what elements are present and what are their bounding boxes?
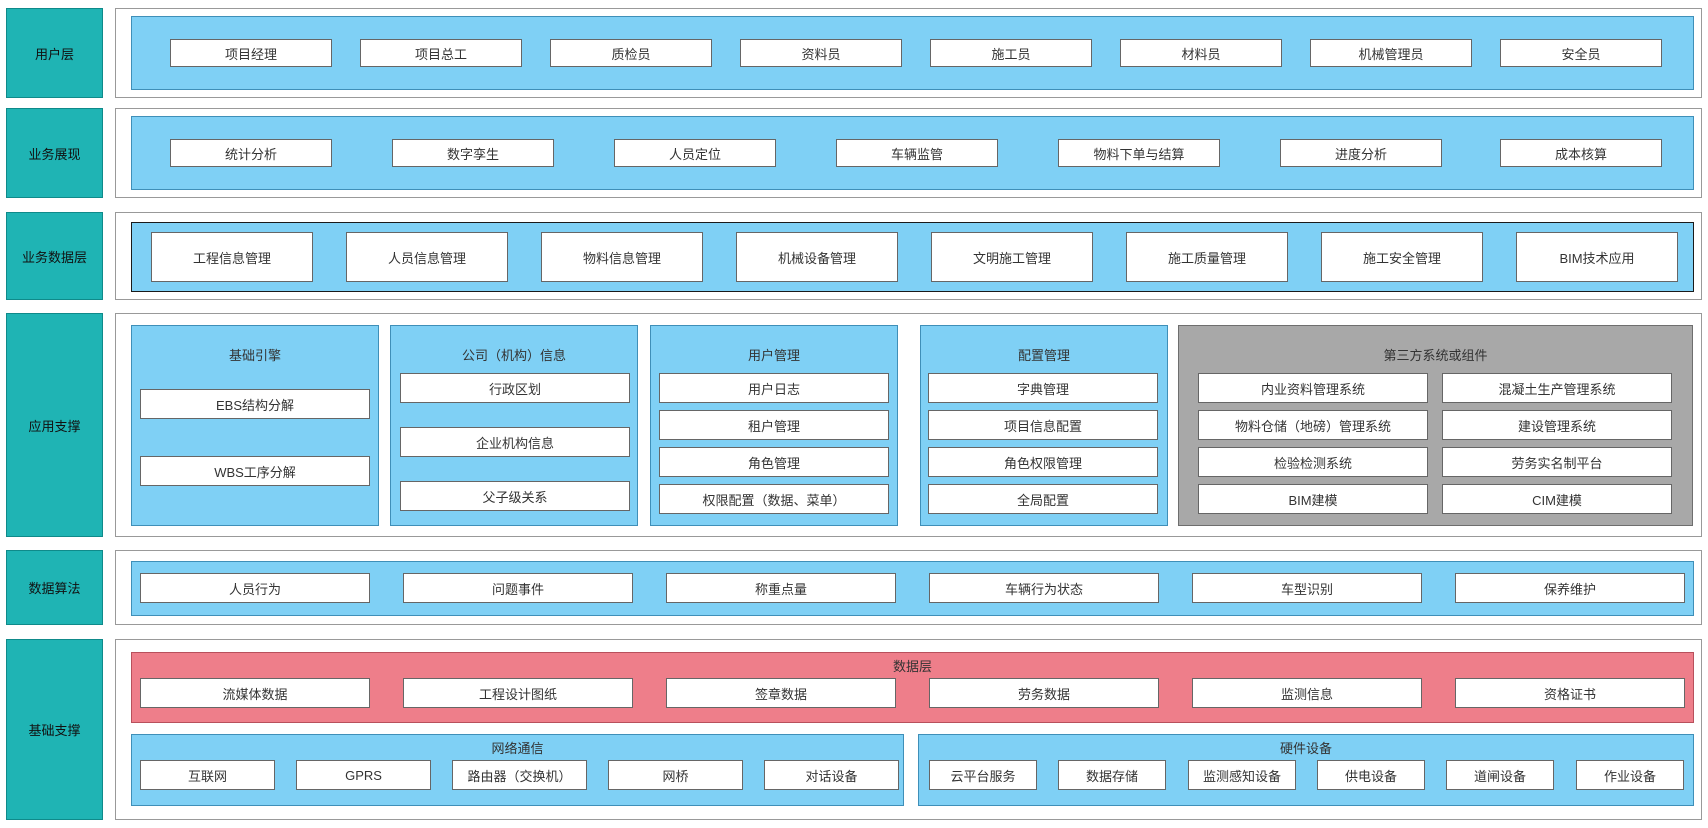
- network-box: 路由器（交换机）: [452, 760, 587, 790]
- user-mgmt-item-box: 用户日志: [659, 373, 889, 403]
- network-box: 对话设备: [764, 760, 899, 790]
- user-mgmt-item-box: 租户管理: [659, 410, 889, 440]
- hardware-title: 硬件设备: [1279, 741, 1332, 756]
- row-label-app-support: 应用支撑: [6, 313, 103, 537]
- algorithm-box: 车辆行为状态: [929, 573, 1159, 603]
- hardware-box: 监测感知设备: [1188, 760, 1296, 790]
- algorithm-box: 称重点量: [666, 573, 896, 603]
- company-item-box: 行政区划: [400, 373, 630, 403]
- user-mgmt-item-box: 权限配置（数据、菜单）: [659, 484, 889, 514]
- config-item-box: 全局配置: [928, 484, 1158, 514]
- third-party-item-box: BIM建模: [1198, 484, 1428, 514]
- network-box: GPRS: [296, 760, 431, 790]
- config-item-box: 项目信息配置: [928, 410, 1158, 440]
- data-layer-box: 流媒体数据: [140, 678, 370, 708]
- business-data-box: 机械设备管理: [736, 232, 898, 282]
- network-box: 网桥: [608, 760, 743, 790]
- row-label-business-display: 业务展现: [6, 108, 103, 198]
- business-data-box: 工程信息管理: [151, 232, 313, 282]
- group-title: 用户管理: [747, 348, 800, 363]
- row-label-business-data: 业务数据层: [6, 212, 103, 300]
- config-item-box: 角色权限管理: [928, 447, 1158, 477]
- third-party-item-box: 物料仓储（地磅）管理系统: [1198, 410, 1428, 440]
- business-display-box: 成本核算: [1500, 139, 1662, 167]
- business-display-box: 进度分析: [1280, 139, 1442, 167]
- engine-item-box: EBS结构分解: [140, 389, 370, 419]
- data-layer-box: 监测信息: [1192, 678, 1422, 708]
- network-title: 网络通信: [491, 741, 544, 756]
- third-party-item-box: 建设管理系统: [1442, 410, 1672, 440]
- user-role-box: 材料员: [1120, 39, 1282, 67]
- network-box: 互联网: [140, 760, 275, 790]
- business-display-box: 车辆监管: [836, 139, 998, 167]
- data-layer-box: 劳务数据: [929, 678, 1159, 708]
- business-display-box: 统计分析: [170, 139, 332, 167]
- group-title: 公司（机构）信息: [461, 348, 566, 363]
- user-role-box: 项目总工: [360, 39, 522, 67]
- group-title: 第三方系统或组件: [1383, 348, 1488, 363]
- group-title: 基础引擎: [228, 348, 281, 363]
- user-role-box: 资料员: [740, 39, 902, 67]
- third-party-item-box: 检验检测系统: [1198, 447, 1428, 477]
- third-party-item-box: 劳务实名制平台: [1442, 447, 1672, 477]
- algorithm-box: 问题事件: [403, 573, 633, 603]
- business-display-box: 人员定位: [614, 139, 776, 167]
- row-label-user-layer: 用户层: [6, 8, 103, 98]
- business-display-box: 物料下单与结算: [1058, 139, 1220, 167]
- company-item-box: 父子级关系: [400, 481, 630, 511]
- user-role-box: 施工员: [930, 39, 1092, 67]
- business-data-box: 人员信息管理: [346, 232, 508, 282]
- user-mgmt-item-box: 角色管理: [659, 447, 889, 477]
- data-layer-box: 资格证书: [1455, 678, 1685, 708]
- data-layer-box: 签章数据: [666, 678, 896, 708]
- business-display-box: 数字孪生: [392, 139, 554, 167]
- algorithm-box: 人员行为: [140, 573, 370, 603]
- third-party-item-box: 内业资料管理系统: [1198, 373, 1428, 403]
- hardware-box: 云平台服务: [929, 760, 1037, 790]
- algorithm-box: 保养维护: [1455, 573, 1685, 603]
- hardware-box: 作业设备: [1576, 760, 1684, 790]
- business-data-box: BIM技术应用: [1516, 232, 1678, 282]
- business-data-box: 施工质量管理: [1126, 232, 1288, 282]
- algorithm-box: 车型识别: [1192, 573, 1422, 603]
- hardware-box: 道闸设备: [1446, 760, 1554, 790]
- business-data-box: 物料信息管理: [541, 232, 703, 282]
- hardware-box: 数据存储: [1058, 760, 1166, 790]
- data-layer-title: 数据层: [892, 659, 932, 674]
- user-role-box: 安全员: [1500, 39, 1662, 67]
- row-label-data-algorithm: 数据算法: [6, 550, 103, 625]
- engine-item-box: WBS工序分解: [140, 456, 370, 486]
- data-layer-box: 工程设计图纸: [403, 678, 633, 708]
- user-role-box: 质检员: [550, 39, 712, 67]
- row-label-base-support: 基础支撑: [6, 639, 103, 820]
- company-item-box: 企业机构信息: [400, 427, 630, 457]
- user-role-box: 项目经理: [170, 39, 332, 67]
- config-item-box: 字典管理: [928, 373, 1158, 403]
- third-party-item-box: 混凝土生产管理系统: [1442, 373, 1672, 403]
- business-data-box: 施工安全管理: [1321, 232, 1483, 282]
- user-role-box: 机械管理员: [1310, 39, 1472, 67]
- group-title: 配置管理: [1017, 348, 1070, 363]
- hardware-box: 供电设备: [1317, 760, 1425, 790]
- business-data-box: 文明施工管理: [931, 232, 1093, 282]
- third-party-item-box: CIM建模: [1442, 484, 1672, 514]
